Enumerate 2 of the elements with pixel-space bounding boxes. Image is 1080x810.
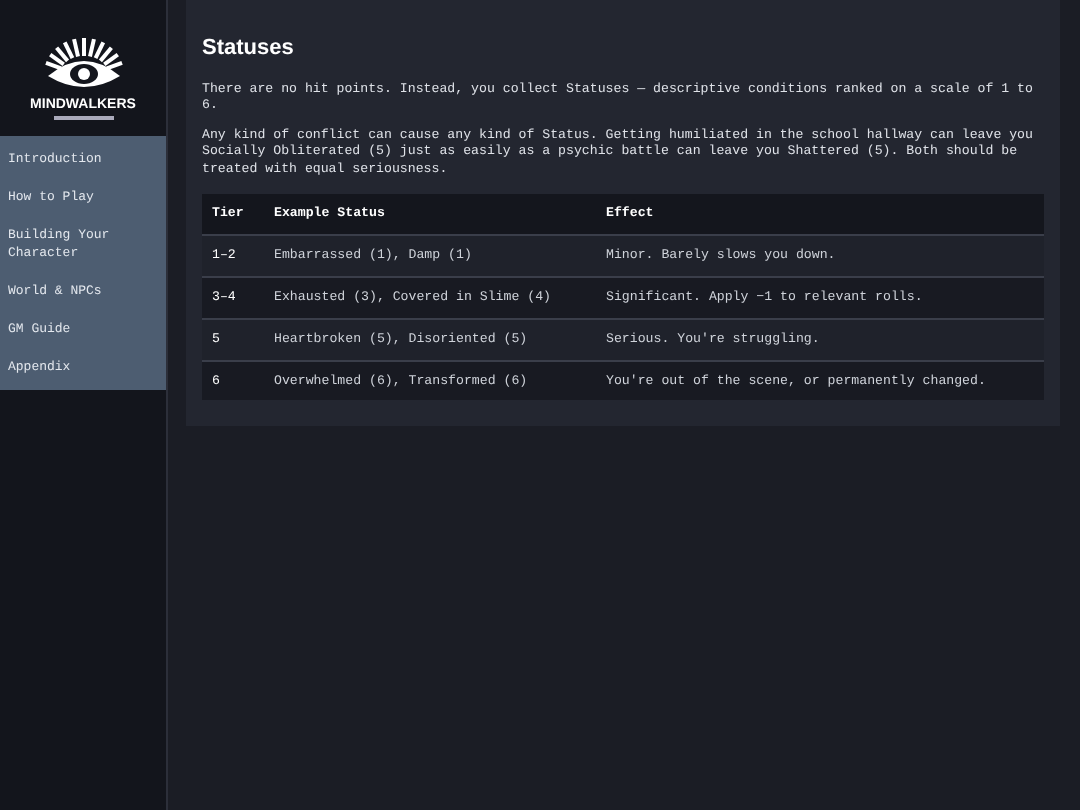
eye-logo-icon [39, 33, 127, 93]
section-heading: Statuses [202, 34, 296, 64]
